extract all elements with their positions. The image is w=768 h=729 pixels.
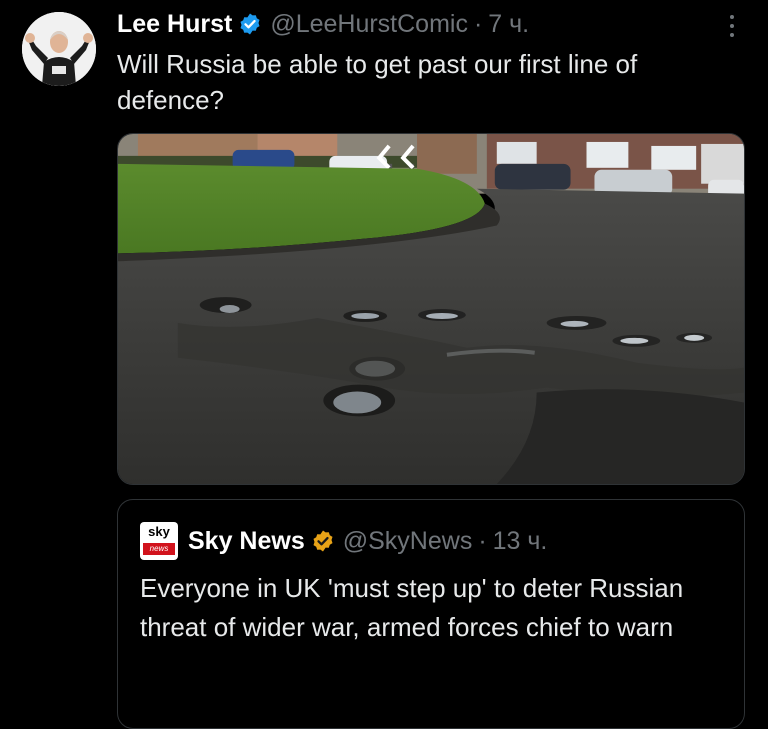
tweet-media-photo[interactable] <box>117 133 745 485</box>
verified-badge-icon <box>238 12 262 36</box>
author-name[interactable]: Lee Hurst <box>117 10 232 39</box>
tweet-text: Will Russia be able to get past our firs… <box>117 49 638 115</box>
more-options-icon[interactable] <box>722 10 742 42</box>
quoted-author-handle[interactable]: @SkyNews <box>343 527 473 556</box>
sky-news-logo-icon[interactable]: sky news <box>140 522 178 560</box>
quoted-tweet-timestamp[interactable]: 13 ч. <box>493 527 548 556</box>
tweet-timestamp[interactable]: 7 ч. <box>488 10 529 39</box>
pothole-road-photo-icon <box>118 134 744 484</box>
quoted-author-name[interactable]: Sky News <box>188 527 305 556</box>
tweet[interactable]: Lee Hurst @LeeHurstComic · 7 ч. Will Rus… <box>0 0 768 729</box>
tweet-header: Lee Hurst @LeeHurstComic · 7 ч. <box>117 6 529 42</box>
gold-verified-badge-icon <box>311 529 335 553</box>
author-handle[interactable]: @LeeHurstComic <box>270 10 468 39</box>
quoted-header-separator: · <box>478 526 487 555</box>
author-avatar[interactable] <box>22 12 96 86</box>
sky-logo-bottom-text: news <box>143 543 175 555</box>
header-separator: · <box>473 9 483 38</box>
avatar-image <box>22 12 96 86</box>
quoted-tweet-text: Everyone in UK 'must step up' to deter R… <box>140 573 684 642</box>
quoted-tweet-header: sky news Sky News @SkyNews · 13 ч. <box>140 522 547 560</box>
sky-logo-top-text: sky <box>148 524 170 539</box>
